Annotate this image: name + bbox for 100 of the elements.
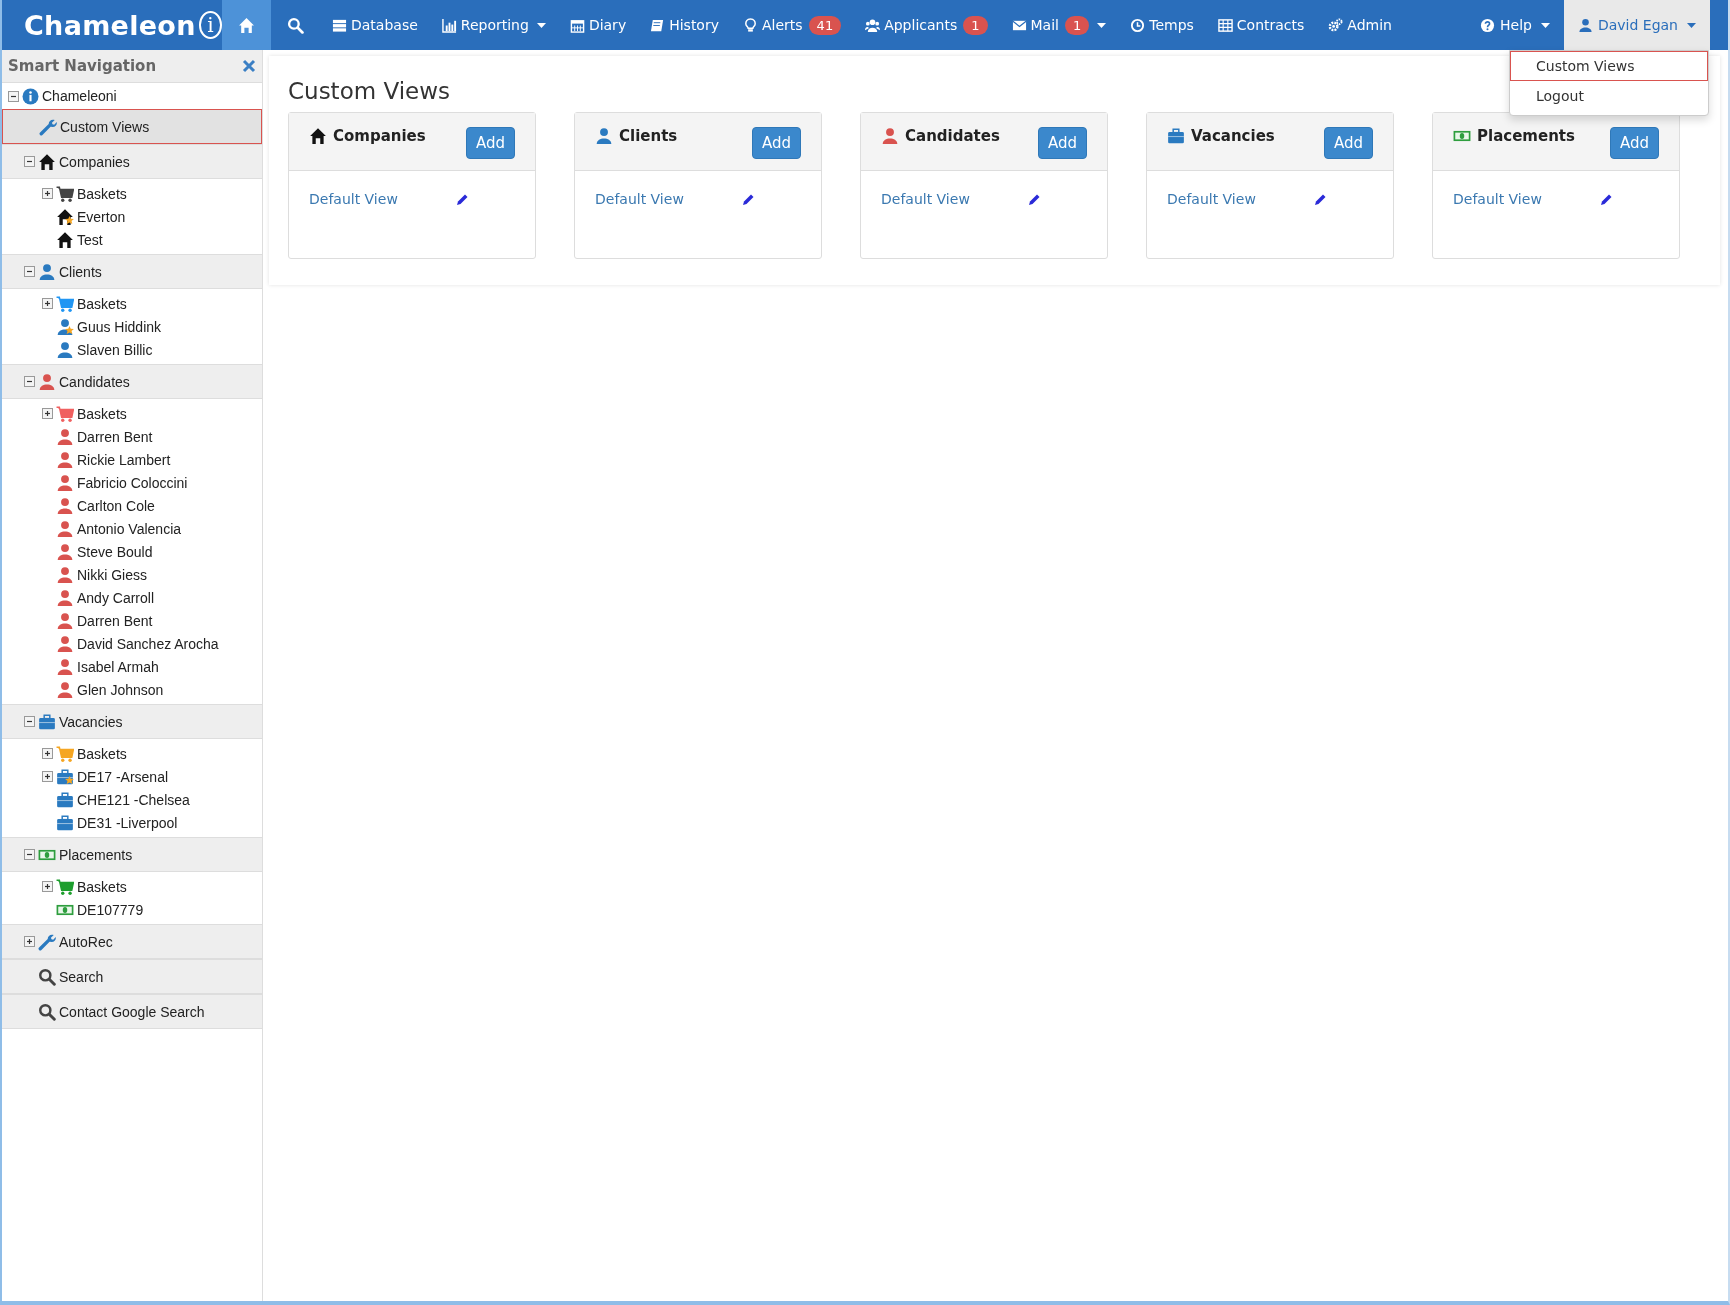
- nav-item[interactable]: History: [638, 0, 731, 50]
- nav-menu[interactable]: David Egan: [1563, 0, 1710, 50]
- menu-item[interactable]: Custom Views: [1510, 51, 1708, 81]
- tree-item[interactable]: Carlton Cole: [77, 497, 155, 514]
- count-badge: 1: [1064, 15, 1090, 35]
- brand-name: Chameleon: [24, 9, 196, 41]
- pencil-icon[interactable]: [1027, 192, 1041, 206]
- page-title: Custom Views: [288, 78, 450, 104]
- tree-section[interactable]: Companies: [2, 144, 262, 179]
- tree-section[interactable]: AutoRec: [2, 924, 262, 959]
- add-button[interactable]: Add: [751, 127, 801, 159]
- pencil-icon[interactable]: [1599, 192, 1613, 206]
- add-button[interactable]: Add: [465, 127, 515, 159]
- tree-item[interactable]: CHE121 -Chelsea: [77, 791, 190, 808]
- tree-item[interactable]: Antonio Valencia: [77, 520, 182, 537]
- expand-toggle-icon[interactable]: [42, 881, 53, 892]
- pencil-icon[interactable]: [1313, 192, 1327, 206]
- sidebar-title: Smart Navigation: [8, 57, 157, 75]
- tree-item[interactable]: Test: [77, 231, 103, 248]
- tree-section-selected[interactable]: Custom Views: [2, 109, 262, 144]
- add-button[interactable]: Add: [1037, 127, 1087, 159]
- tree-item[interactable]: Darren Bent: [77, 612, 153, 629]
- view-link[interactable]: Default View: [881, 191, 970, 207]
- card-title: Clients: [619, 127, 678, 145]
- tree-item[interactable]: Glen Johnson: [77, 681, 164, 698]
- house-icon: [238, 16, 255, 34]
- tree-section[interactable]: Search: [2, 959, 262, 994]
- nav-item[interactable]: Diary: [557, 0, 639, 50]
- people-icon: [865, 17, 881, 33]
- server-icon: [332, 17, 347, 33]
- nav-item[interactable]: Contracts: [1205, 0, 1317, 50]
- expand-toggle-icon[interactable]: [42, 408, 53, 419]
- tree-section[interactable]: Candidates: [2, 364, 262, 399]
- tree-item[interactable]: Slaven Billic: [77, 341, 153, 358]
- collapse-toggle-icon[interactable]: [8, 90, 19, 102]
- pencil-icon[interactable]: [741, 192, 755, 206]
- expand-toggle-icon[interactable]: [42, 188, 53, 199]
- tree-item[interactable]: Darren Bent: [77, 428, 153, 445]
- count-badge: 41: [808, 15, 842, 35]
- tree-item[interactable]: Everton: [77, 208, 126, 225]
- tree-item[interactable]: Baskets: [77, 405, 127, 422]
- tree-item[interactable]: Baskets: [77, 295, 127, 312]
- tree-section[interactable]: Contact Google Search: [2, 994, 262, 1029]
- card-title: Placements: [1477, 127, 1575, 145]
- add-button[interactable]: Add: [1609, 127, 1659, 159]
- home-button[interactable]: [222, 0, 271, 50]
- view-link[interactable]: Default View: [309, 191, 398, 207]
- nav-item[interactable]: Temps: [1118, 0, 1206, 50]
- expand-toggle-icon[interactable]: [42, 748, 53, 759]
- tree-item[interactable]: Andy Carroll: [77, 589, 155, 606]
- tree-item[interactable]: David Sanchez Arocha: [77, 635, 219, 652]
- add-button[interactable]: Add: [1323, 127, 1373, 159]
- view-link[interactable]: Default View: [595, 191, 684, 207]
- view-link[interactable]: Default View: [1453, 191, 1542, 207]
- bar-chart-icon: [441, 17, 457, 33]
- count-badge: 1: [963, 15, 988, 35]
- tree-item[interactable]: Steve Bould: [77, 543, 153, 560]
- nav-item[interactable]: Mail 1: [999, 0, 1119, 50]
- card-title: Companies: [333, 127, 426, 145]
- view-link[interactable]: Default View: [1167, 191, 1256, 207]
- clock-icon: [1130, 17, 1146, 33]
- tree-section[interactable]: Vacancies: [2, 704, 262, 739]
- collapse-toggle-icon[interactable]: [24, 156, 35, 167]
- tree-item[interactable]: Guus Hiddink: [77, 318, 162, 335]
- calendar-icon: [569, 17, 585, 33]
- collapse-toggle-icon[interactable]: [24, 849, 35, 860]
- expand-toggle-icon[interactable]: [42, 298, 53, 309]
- tree-item[interactable]: Baskets: [77, 745, 127, 762]
- nav-item[interactable]: Reporting: [429, 0, 558, 50]
- close-button[interactable]: [242, 59, 256, 73]
- pencil-icon[interactable]: [455, 192, 469, 206]
- collapse-toggle-icon[interactable]: [24, 376, 35, 387]
- nav-item[interactable]: Database: [320, 0, 430, 50]
- tree-item[interactable]: Nikki Giess: [77, 566, 147, 583]
- tree-item[interactable]: DE17 -Arsenal: [77, 768, 169, 785]
- tree-item[interactable]: Rickie Lambert: [77, 451, 171, 468]
- tree-item[interactable]: DE107779: [77, 901, 144, 918]
- tree-item[interactable]: Fabricio Coloccini: [77, 474, 188, 491]
- tree-item[interactable]: Baskets: [77, 878, 127, 895]
- person-icon: [1577, 17, 1593, 33]
- card-title: Vacancies: [1191, 127, 1275, 145]
- tree-section[interactable]: Placements: [2, 837, 262, 872]
- collapse-toggle-icon[interactable]: [24, 716, 35, 727]
- card-title: Candidates: [905, 127, 1000, 145]
- tree-root[interactable]: Chameleoni: [42, 88, 117, 104]
- tree-item[interactable]: Baskets: [77, 185, 127, 202]
- nav-item[interactable]: Applicants 1: [853, 0, 1000, 50]
- collapse-toggle-icon[interactable]: [24, 266, 35, 277]
- nav-menu[interactable]: Help: [1466, 0, 1564, 50]
- expand-toggle-icon[interactable]: [42, 771, 53, 782]
- menu-item[interactable]: Logout: [1510, 81, 1708, 111]
- lightbulb-icon: [743, 17, 758, 33]
- nav-item[interactable]: Alerts 41: [731, 0, 854, 50]
- grid-icon: [1217, 17, 1233, 33]
- tree-section[interactable]: Clients: [2, 254, 262, 289]
- expand-toggle-icon[interactable]: [24, 936, 35, 947]
- nav-item[interactable]: Admin: [1316, 0, 1404, 50]
- help-icon: [1480, 17, 1495, 33]
- tree-item[interactable]: DE31 -Liverpool: [77, 814, 178, 831]
- tree-item[interactable]: Isabel Armah: [77, 658, 159, 675]
